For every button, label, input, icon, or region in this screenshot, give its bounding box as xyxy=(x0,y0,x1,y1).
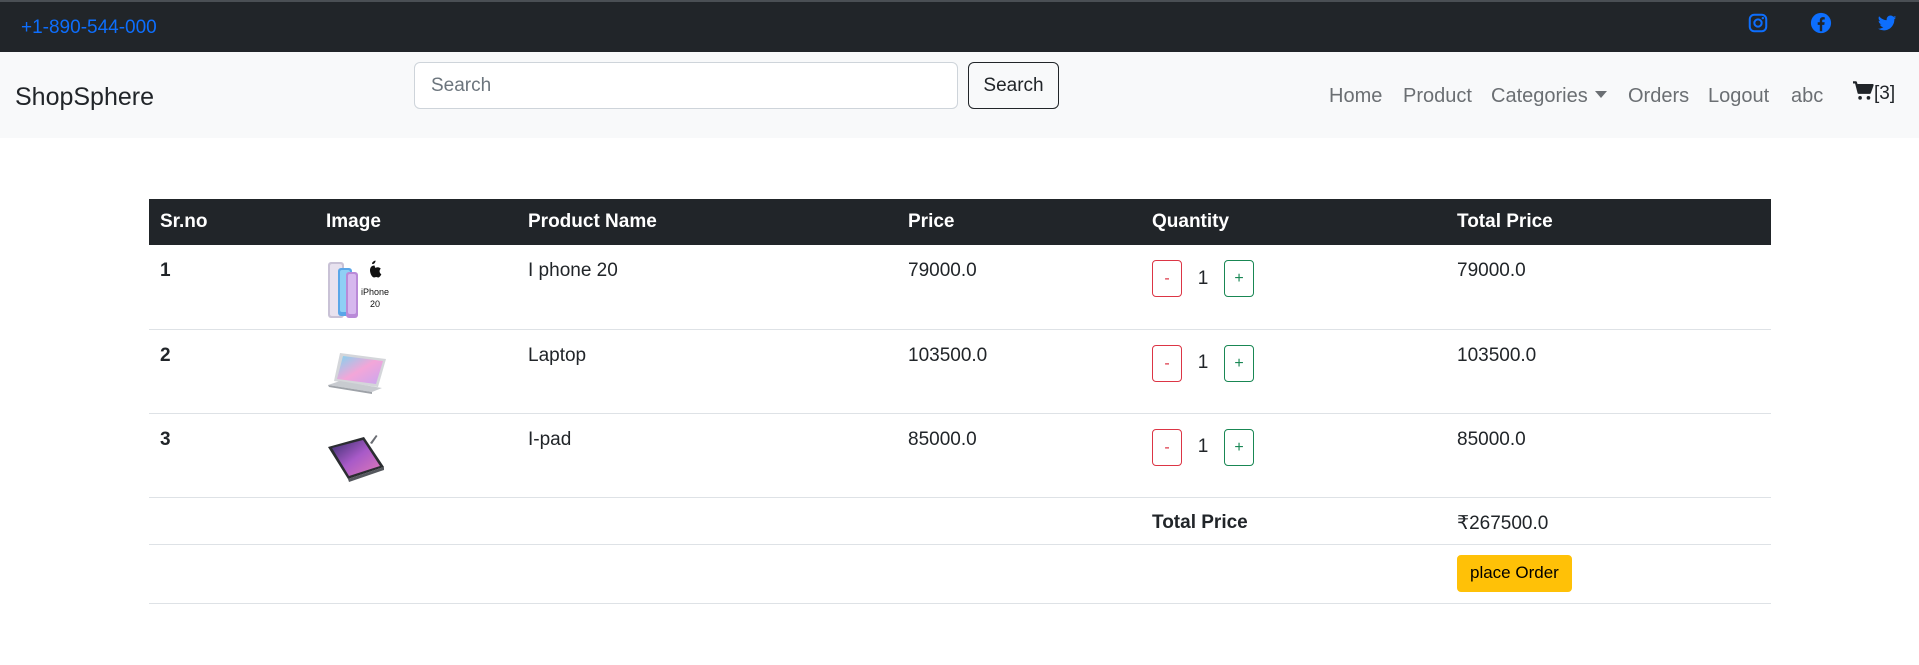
table-row: 2 Laptop 103500.0 - 1 + 103500.0 xyxy=(149,329,1771,414)
cart-count: [3] xyxy=(1874,83,1896,104)
nav-product[interactable]: Product xyxy=(1403,85,1472,108)
table-row: 1 iPhone 20 I phone 20 79000.0 - 1 + 790… xyxy=(149,245,1771,330)
row-product-name: Laptop xyxy=(517,329,897,414)
svg-text:iPhone: iPhone xyxy=(361,287,389,297)
row-price: 79000.0 xyxy=(897,245,1141,330)
row-price: 103500.0 xyxy=(897,329,1141,414)
place-order-row: place Order xyxy=(149,544,1771,604)
navbar: ShopSphere Search Home Product Categorie… xyxy=(0,52,1919,138)
nav-logout[interactable]: Logout xyxy=(1708,85,1769,108)
row-product-name: I phone 20 xyxy=(517,245,897,330)
row-image-cell xyxy=(315,413,517,498)
row-total-price: 103500.0 xyxy=(1446,329,1771,414)
search-input[interactable] xyxy=(414,62,958,109)
increase-quantity-button[interactable]: + xyxy=(1224,428,1254,466)
nav-orders[interactable]: Orders xyxy=(1628,85,1689,108)
quantity-stepper: - 1 + xyxy=(1152,344,1435,382)
grand-total-label: Total Price xyxy=(1141,497,1446,545)
row-quantity-cell: - 1 + xyxy=(1141,245,1446,330)
cart-table: Sr.no Image Product Name Price Quantity … xyxy=(149,199,1771,604)
phone-number[interactable]: +1-890-544-000 xyxy=(21,17,157,39)
header-total-price: Total Price xyxy=(1446,199,1771,245)
nav-user[interactable]: abc xyxy=(1791,85,1823,108)
svg-text:20: 20 xyxy=(370,299,380,309)
row-srno: 3 xyxy=(149,413,315,498)
header-image: Image xyxy=(315,199,517,245)
row-quantity-cell: - 1 + xyxy=(1141,329,1446,414)
nav-home[interactable]: Home xyxy=(1329,85,1382,108)
decrease-quantity-button[interactable]: - xyxy=(1152,260,1182,297)
ipad-image xyxy=(328,434,384,482)
decrease-quantity-button[interactable]: - xyxy=(1152,428,1182,466)
cart-table-container: Sr.no Image Product Name Price Quantity … xyxy=(149,199,1771,604)
decrease-quantity-button[interactable]: - xyxy=(1152,344,1182,382)
header-quantity: Quantity xyxy=(1141,199,1446,245)
row-image-cell xyxy=(315,329,517,414)
quantity-stepper: - 1 + xyxy=(1152,428,1435,466)
table-row: 3 I-pad 85000.0 - 1 + 85000.0 xyxy=(149,413,1771,498)
cart-link[interactable]: [3] xyxy=(1852,81,1895,105)
header-price: Price xyxy=(897,199,1141,245)
table-header-row: Sr.no Image Product Name Price Quantity … xyxy=(149,199,1771,245)
quantity-value: 1 xyxy=(1197,267,1209,289)
search-button[interactable]: Search xyxy=(968,62,1059,109)
instagram-icon[interactable] xyxy=(1747,12,1769,34)
row-quantity-cell: - 1 + xyxy=(1141,413,1446,498)
quantity-value: 1 xyxy=(1197,352,1209,373)
top-bar: +1-890-544-000 xyxy=(0,0,1919,52)
row-srno: 1 xyxy=(149,245,315,330)
grand-total-value: ₹267500.0 xyxy=(1446,497,1771,545)
row-product-name: I-pad xyxy=(517,413,897,498)
row-image-cell: iPhone 20 xyxy=(315,245,517,330)
row-srno: 2 xyxy=(149,329,315,414)
twitter-icon[interactable] xyxy=(1876,12,1898,34)
header-srno: Sr.no xyxy=(149,199,315,245)
nav-categories-label: Categories xyxy=(1491,85,1588,107)
chevron-down-icon xyxy=(1594,91,1607,98)
header-product-name: Product Name xyxy=(517,199,897,245)
place-order-button[interactable]: place Order xyxy=(1457,554,1572,592)
row-total-price: 85000.0 xyxy=(1446,413,1771,498)
grand-total-row: Total Price ₹267500.0 xyxy=(149,497,1771,545)
row-price: 85000.0 xyxy=(897,413,1141,498)
brand-logo[interactable]: ShopSphere xyxy=(15,83,154,112)
increase-quantity-button[interactable]: + xyxy=(1224,260,1254,297)
facebook-icon[interactable] xyxy=(1810,12,1832,34)
nav-categories-dropdown[interactable]: Categories xyxy=(1491,85,1607,108)
cart-icon xyxy=(1853,81,1874,100)
iphone-image: iPhone 20 xyxy=(328,260,389,318)
laptop-image xyxy=(328,352,386,394)
quantity-value: 1 xyxy=(1197,436,1209,457)
row-total-price: 79000.0 xyxy=(1446,245,1771,330)
increase-quantity-button[interactable]: + xyxy=(1224,344,1254,382)
quantity-stepper: - 1 + xyxy=(1152,260,1435,297)
